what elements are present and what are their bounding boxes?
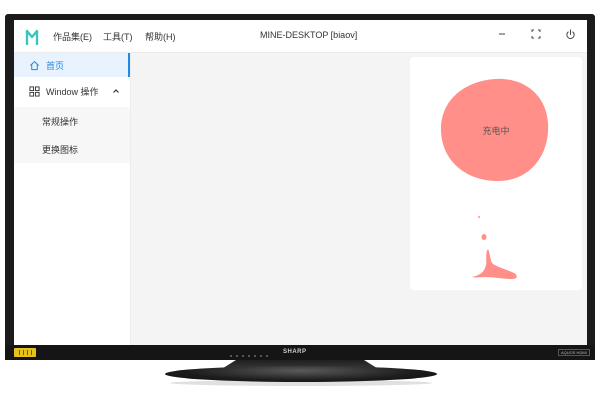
tv-stand-base bbox=[165, 366, 437, 382]
minimize-icon bbox=[499, 33, 505, 35]
menu-tools[interactable]: 工具(T) bbox=[103, 30, 133, 43]
sidebar-item-window-ops[interactable]: Window 操作 bbox=[14, 79, 130, 103]
sidebar-item-change-icon[interactable]: 更换图标 bbox=[14, 135, 130, 163]
sidebar-item-general-ops[interactable]: 常规操作 bbox=[14, 107, 130, 135]
title-bar: 作品集(E) 工具(T) 帮助(H) MINE-DESKTOP [biaov] bbox=[14, 20, 587, 53]
fullscreen-button[interactable] bbox=[528, 26, 544, 42]
window-title: MINE-DESKTOP [biaov] bbox=[260, 30, 358, 40]
charging-status-label: 充电中 bbox=[482, 127, 510, 137]
charging-card: 充电中 bbox=[410, 57, 582, 290]
sidebar-item-label: 常规操作 bbox=[42, 116, 79, 127]
tv-display-scene: SHARP AQUOS HDMI 作品集(E) 工具(T) 帮助(H) MINE… bbox=[0, 0, 600, 400]
tv-grid-logo bbox=[14, 348, 36, 357]
minimize-button[interactable] bbox=[494, 26, 510, 42]
power-icon bbox=[565, 28, 575, 39]
windows-icon bbox=[28, 85, 40, 97]
sidebar-item-label: 首页 bbox=[46, 60, 65, 71]
tv-brand-label: SHARP bbox=[283, 349, 307, 355]
power-button[interactable] bbox=[562, 26, 578, 42]
sidebar-item-label: 更换图标 bbox=[42, 144, 79, 155]
chevron-up-icon bbox=[113, 89, 119, 93]
menu-works[interactable]: 作品集(E) bbox=[53, 30, 92, 43]
sidebar: 首页 Window 操作 常规操作 更换图标 bbox=[14, 53, 131, 345]
tv-badge: AQUOS HDMI bbox=[558, 349, 590, 356]
menu-help[interactable]: 帮助(H) bbox=[145, 30, 176, 43]
tv-indicator-lights bbox=[230, 355, 270, 357]
sidebar-item-home[interactable]: 首页 bbox=[14, 53, 130, 77]
charging-drip-animation bbox=[472, 216, 517, 279]
fullscreen-icon bbox=[531, 29, 541, 39]
app-window: 作品集(E) 工具(T) 帮助(H) MINE-DESKTOP [biaov] bbox=[14, 20, 587, 345]
app-logo-icon bbox=[25, 29, 39, 45]
home-icon bbox=[28, 59, 40, 71]
sidebar-item-label: Window 操作 bbox=[46, 86, 99, 97]
